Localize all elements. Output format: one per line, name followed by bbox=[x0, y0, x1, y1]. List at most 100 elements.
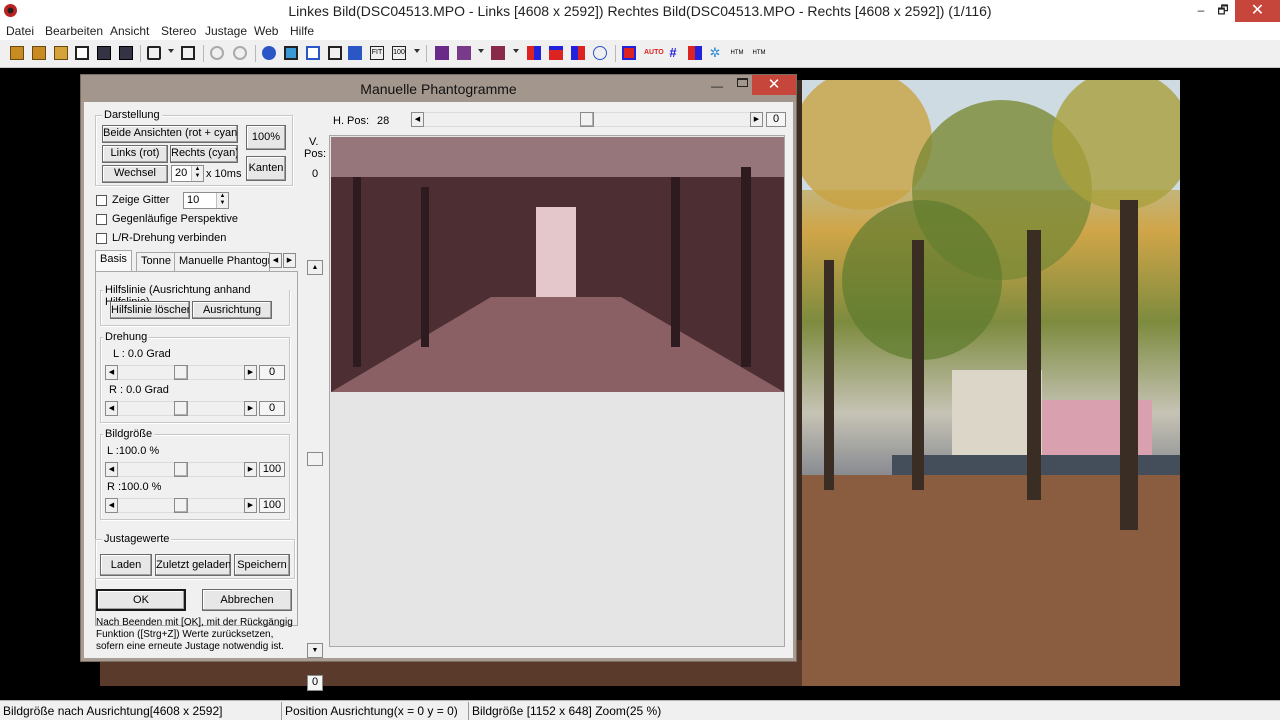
left-red-button[interactable]: Links (rot) bbox=[102, 145, 168, 163]
dialog-minimize-button[interactable]: — bbox=[711, 79, 723, 93]
crop-icon[interactable] bbox=[147, 46, 161, 60]
save-values-button[interactable]: Speichern bbox=[234, 554, 290, 576]
menu-justage[interactable]: Justage bbox=[205, 24, 247, 38]
zoom-100-icon[interactable]: 100 bbox=[392, 46, 406, 60]
undo-icon[interactable] bbox=[210, 46, 224, 60]
slider-right-arrow-icon[interactable]: ▶ bbox=[244, 401, 257, 416]
html-export-2-icon[interactable]: HTM bbox=[752, 46, 766, 60]
glasses-icon[interactable] bbox=[593, 46, 607, 60]
auto-icon[interactable]: AUTO bbox=[644, 46, 664, 60]
cross-view-icon[interactable] bbox=[571, 46, 585, 60]
tab-tonne[interactable]: Tonne bbox=[136, 252, 176, 271]
checker-icon[interactable] bbox=[491, 46, 505, 60]
status-bar: Bildgröße nach Ausrichtung[4608 x 2592] … bbox=[0, 700, 1280, 720]
show-grid-checkbox[interactable] bbox=[96, 195, 107, 206]
slider-thumb[interactable] bbox=[174, 462, 188, 477]
tab-manual-phantogram[interactable]: Manuelle Phantogr bbox=[174, 252, 270, 271]
zoom-100-button[interactable]: 100% bbox=[246, 125, 286, 150]
slider-down-arrow-icon[interactable]: ▼ bbox=[307, 643, 323, 658]
menu-bar: Datei Bearbeiten Ansicht Stereo Justage … bbox=[0, 22, 1280, 40]
menu-datei[interactable]: Datei bbox=[6, 24, 34, 38]
restore-button[interactable]: 🗗 bbox=[1208, 0, 1238, 22]
tab-scroll-right-icon[interactable]: ▶ bbox=[283, 253, 296, 268]
fit-icon[interactable]: FIT bbox=[370, 46, 384, 60]
slider-thumb[interactable] bbox=[580, 112, 594, 127]
menu-bearbeiten[interactable]: Bearbeiten bbox=[45, 24, 103, 38]
over-under-icon[interactable] bbox=[549, 46, 563, 60]
save-as-icon[interactable] bbox=[119, 46, 133, 60]
dialog-close-button[interactable]: ✕ bbox=[752, 75, 796, 95]
zoom-fit-icon[interactable] bbox=[328, 46, 342, 60]
v-pos-slider[interactable]: ▲ ▼ bbox=[307, 260, 323, 658]
slider-thumb[interactable] bbox=[174, 365, 188, 380]
both-views-button[interactable]: Beide Ansichten (rot + cyan) bbox=[102, 125, 238, 143]
ok-button[interactable]: OK bbox=[96, 589, 186, 611]
dialog-maximize-button[interactable] bbox=[737, 78, 748, 87]
interlaced-icon[interactable] bbox=[457, 46, 471, 60]
move-icon[interactable] bbox=[181, 46, 195, 60]
size-right-slider[interactable]: ◀ ▶ 100 bbox=[105, 498, 289, 513]
menu-stereo[interactable]: Stereo bbox=[161, 24, 196, 38]
slider-thumb[interactable] bbox=[174, 498, 188, 513]
spinner-arrows-icon[interactable]: ▲ ▼ bbox=[216, 193, 228, 208]
slider-up-arrow-icon[interactable]: ▲ bbox=[307, 260, 323, 275]
slider-right-arrow-icon[interactable]: ▶ bbox=[244, 498, 257, 513]
toggle-interval-spinner[interactable]: 20 ▲ ▼ bbox=[171, 165, 204, 182]
slider-left-arrow-icon[interactable]: ◀ bbox=[411, 112, 424, 127]
slider-right-arrow-icon[interactable]: ▶ bbox=[244, 462, 257, 477]
menu-ansicht[interactable]: Ansicht bbox=[110, 24, 149, 38]
tab-basis[interactable]: Basis bbox=[95, 250, 132, 271]
close-button[interactable]: ✕ bbox=[1235, 0, 1280, 22]
preview-canvas[interactable] bbox=[329, 135, 785, 647]
slider-right-arrow-icon[interactable]: ▶ bbox=[750, 112, 763, 127]
grid-size-spinner[interactable]: 10 ▲ ▼ bbox=[183, 192, 229, 209]
html-export-icon[interactable]: HTM bbox=[730, 46, 744, 60]
spinner-arrows-icon[interactable]: ▲ ▼ bbox=[191, 166, 203, 181]
slider-thumb[interactable] bbox=[307, 452, 323, 466]
color-adjust-icon[interactable] bbox=[688, 46, 702, 60]
window-icon[interactable] bbox=[75, 46, 89, 60]
zoom-dropdown-icon[interactable] bbox=[414, 49, 420, 53]
open-folder-icon[interactable] bbox=[54, 46, 68, 60]
rotation-left-slider[interactable]: ◀ ▶ 0 bbox=[105, 365, 289, 380]
side-by-side-icon[interactable] bbox=[527, 46, 541, 60]
slider-left-arrow-icon[interactable]: ◀ bbox=[105, 498, 118, 513]
slider-left-arrow-icon[interactable]: ◀ bbox=[105, 401, 118, 416]
cancel-button[interactable]: Abbrechen bbox=[202, 589, 292, 611]
tab-scroll-left-icon[interactable]: ◀ bbox=[269, 253, 282, 268]
slider-thumb[interactable] bbox=[174, 401, 188, 416]
crop-dropdown-icon[interactable] bbox=[168, 49, 174, 53]
swap-icon[interactable] bbox=[348, 46, 362, 60]
v-pos-value: 0 bbox=[312, 168, 319, 180]
open-icon[interactable] bbox=[10, 46, 24, 60]
redo-icon[interactable] bbox=[233, 46, 247, 60]
anaglyph-icon[interactable] bbox=[435, 46, 449, 60]
checker-dropdown-icon[interactable] bbox=[513, 49, 519, 53]
menu-hilfe[interactable]: Hilfe bbox=[290, 24, 314, 38]
toggle-button[interactable]: Wechsel bbox=[102, 165, 168, 183]
load-button[interactable]: Laden bbox=[100, 554, 152, 576]
grid-icon[interactable]: # bbox=[666, 46, 680, 60]
link-lr-rotation-checkbox[interactable] bbox=[96, 233, 107, 244]
open-stereo-icon[interactable] bbox=[32, 46, 46, 60]
reverse-perspective-checkbox[interactable] bbox=[96, 214, 107, 225]
slider-right-arrow-icon[interactable]: ▶ bbox=[244, 365, 257, 380]
edges-button[interactable]: Kanten bbox=[246, 156, 286, 181]
anaglyph-dropdown-icon[interactable] bbox=[478, 49, 484, 53]
align-button[interactable]: Ausrichtung bbox=[192, 301, 272, 319]
rotation-right-slider[interactable]: ◀ ▶ 0 bbox=[105, 401, 289, 416]
h-pos-slider[interactable]: ◀ ▶ 0 bbox=[411, 112, 787, 127]
slider-left-arrow-icon[interactable]: ◀ bbox=[105, 462, 118, 477]
size-left-slider[interactable]: ◀ ▶ 100 bbox=[105, 462, 289, 477]
refresh-icon[interactable] bbox=[262, 46, 276, 60]
full-view-icon[interactable] bbox=[306, 46, 320, 60]
snowflake-icon[interactable]: ✲ bbox=[708, 46, 722, 60]
right-cyan-button[interactable]: Rechts (cyan) bbox=[170, 145, 238, 163]
auto-align-icon[interactable] bbox=[622, 46, 636, 60]
delete-guideline-button[interactable]: Hilfslinie löschen bbox=[110, 301, 190, 319]
fit-window-icon[interactable] bbox=[284, 46, 298, 60]
last-loaded-button[interactable]: Zuletzt geladen bbox=[155, 554, 231, 576]
slider-left-arrow-icon[interactable]: ◀ bbox=[105, 365, 118, 380]
menu-web[interactable]: Web bbox=[254, 24, 278, 38]
save-icon[interactable] bbox=[97, 46, 111, 60]
